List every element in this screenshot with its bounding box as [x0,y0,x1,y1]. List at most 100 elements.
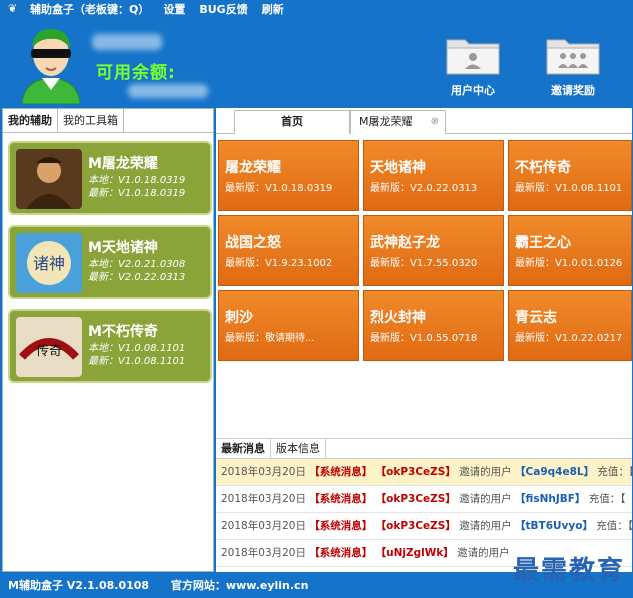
close-tab-icon[interactable]: ⊗ [431,111,439,133]
local-version: 本地：V2.0.21.0308 [88,259,186,270]
news-target: 【tBT6Uvyo】 [515,520,593,532]
tab-my-assist[interactable]: 我的辅助 [3,109,58,132]
game-tile[interactable]: 天地诸神 最新版：V2.0.22.0313 [363,140,504,211]
news-tag: 【系统消息】 [309,520,373,532]
news-tag: 【系统消息】 [309,547,373,559]
tile-version: 最新版：V1.0.01.0126 [515,258,623,269]
svg-text:诸神: 诸神 [33,254,65,273]
news-date: 2018年03月20日 [221,547,306,559]
tile-name: 屠龙荣耀 [225,160,281,176]
invite-reward-button[interactable]: 邀请奖励 [538,32,608,104]
news-row[interactable]: 2018年03月20日 【系统消息】 【okP3CeZS】 邀请的用户 【Ca9… [216,459,632,486]
latest-version: 最新：V1.0.18.0319 [88,188,186,199]
news-text: 邀请的用户 [459,466,512,478]
avatar [16,24,86,105]
invite-reward-label: 邀请奖励 [551,84,595,97]
latest-version: 最新：V1.0.08.1101 [88,356,186,367]
tab-game[interactable]: M屠龙荣耀 ⊗ [350,110,446,134]
svg-text:传奇: 传奇 [36,343,62,359]
tile-name: 天地诸神 [370,160,426,176]
game-name: M天地诸神 [88,240,158,256]
news-text: 邀请的用户 [459,520,512,532]
game-tile[interactable]: 战国之怒 最新版：V1.9.23.1002 [218,215,359,286]
game-tile[interactable]: 屠龙荣耀 最新版：V1.0.18.0319 [218,140,359,211]
tab-home[interactable]: 首页 [234,110,350,134]
news-tabs: 最新消息 版本信息 [216,439,632,459]
game-thumbnail: 传奇 [16,317,82,377]
news-text: 邀请的用户 [459,493,512,505]
settings-menu[interactable]: 设置 [163,1,185,17]
bug-report-menu[interactable]: BUG反馈 [199,1,247,17]
game-thumbnail: 诸神 [16,233,82,293]
news-user: 【okP3CeZS】 [375,466,456,478]
game-name: M不朽传奇 [88,324,158,340]
menu-bar: ❦ 辅助盒子（老板键：Q） 设置 BUG反馈 刷新 [0,0,633,18]
news-target: 【fisNhJBF】 [515,493,586,505]
tile-version: 最新版：V1.9.23.1002 [225,258,333,269]
tile-name: 刺沙 [225,310,253,326]
news-date: 2018年03月20日 [221,493,306,505]
app-version: M辅助盒子 V2.1.08.0108 [8,579,150,592]
left-tabs: 我的辅助 我的工具箱 [3,109,213,133]
tile-version: 最新版：V1.7.55.0320 [370,258,478,269]
user-center-button[interactable]: 用户中心 [438,32,508,104]
tab-game-label: M屠龙荣耀 [359,115,413,128]
tile-version: 最新版：敬请期待... [225,333,315,344]
tile-name: 霸王之心 [515,235,571,251]
news-tail: 充值：【 [588,493,626,505]
tab-my-toolbox[interactable]: 我的工具箱 [58,109,124,132]
tab-version-info[interactable]: 版本信息 [271,439,326,458]
local-version: 本地：V1.0.08.1101 [88,343,186,354]
tile-version: 最新版：V1.0.08.1101 [515,183,623,194]
game-tile[interactable]: 刺沙 最新版：敬请期待... [218,290,359,361]
tab-latest-news[interactable]: 最新消息 [216,439,271,458]
tile-name: 不朽传奇 [515,160,571,176]
news-row[interactable]: 2018年03月20日 【系统消息】 【okP3CeZS】 邀请的用户 【fis… [216,486,632,513]
username-masked [92,34,162,50]
local-version: 本地：V1.0.18.0319 [88,175,186,186]
tile-version: 最新版：V1.0.55.0718 [370,333,478,344]
folder-icon [445,32,501,76]
official-site-link[interactable]: 官方网站：www.eylin.cn [171,579,309,592]
news-tail: 充值：【 [596,520,632,532]
app-logo-icon: ❦ [8,2,18,15]
tile-name: 战国之怒 [225,235,281,251]
news-user: 【okP3CeZS】 [375,520,456,532]
game-tile[interactable]: 青云志 最新版：V1.0.22.0217 [508,290,632,361]
game-thumbnail [16,149,82,209]
news-target: 【Ca9q4e8L】 [515,466,595,478]
tile-name: 烈火封神 [370,310,426,326]
news-row[interactable]: 2018年03月20日 【系统消息】 【okP3CeZS】 邀请的用户 【tBT… [216,513,632,540]
tile-name: 青云志 [515,310,557,326]
game-tile[interactable]: 烈火封神 最新版：V1.0.55.0718 [363,290,504,361]
tile-version: 最新版：V1.0.22.0217 [515,333,623,344]
tile-version: 最新版：V2.0.22.0313 [370,183,478,194]
refresh-menu[interactable]: 刷新 [262,1,284,17]
game-tile[interactable]: 武神赵子龙 最新版：V1.7.55.0320 [363,215,504,286]
news-user: 【okP3CeZS】 [375,493,456,505]
game-tile[interactable]: 霸王之心 最新版：V1.0.01.0126 [508,215,632,286]
news-tail: 充值：【 [597,466,632,478]
app-title: 辅助盒子（老板键：Q） [30,3,150,16]
news-date: 2018年03月20日 [221,466,306,478]
balance-label: 可用余额: [96,63,176,83]
group-icon [545,32,601,76]
game-card-tiandi[interactable]: 诸神 M天地诸神 本地：V2.0.21.0308 最新：V2.0.22.0313 [8,225,212,299]
latest-version: 最新：V2.0.22.0313 [88,272,186,283]
game-tile[interactable]: 不朽传奇 最新版：V1.0.08.1101 [508,140,632,211]
news-tag: 【系统消息】 [309,493,373,505]
my-assist-panel: 我的辅助 我的工具箱 M屠龙荣耀 本地：V1.0.18.0319 最新：V1.0… [2,108,214,572]
main-tabs: 首页 M屠龙荣耀 ⊗ [216,108,632,134]
news-date: 2018年03月20日 [221,520,306,532]
tile-name: 武神赵子龙 [370,235,440,251]
game-card-tulong[interactable]: M屠龙荣耀 本地：V1.0.18.0319 最新：V1.0.18.0319 [8,141,212,215]
balance-masked [128,84,208,98]
tile-version: 最新版：V1.0.18.0319 [225,183,333,194]
game-card-buxiu[interactable]: 传奇 M不朽传奇 本地：V1.0.08.1101 最新：V1.0.08.1101 [8,309,212,383]
news-user: 【uNjZglWk】 [375,547,454,559]
header: 可用余额: 用户中心 邀请奖励 [0,18,633,108]
game-name: M屠龙荣耀 [88,156,158,172]
watermark: 最需教育 [512,556,625,586]
user-center-label: 用户中心 [451,84,495,97]
news-tag: 【系统消息】 [309,466,373,478]
